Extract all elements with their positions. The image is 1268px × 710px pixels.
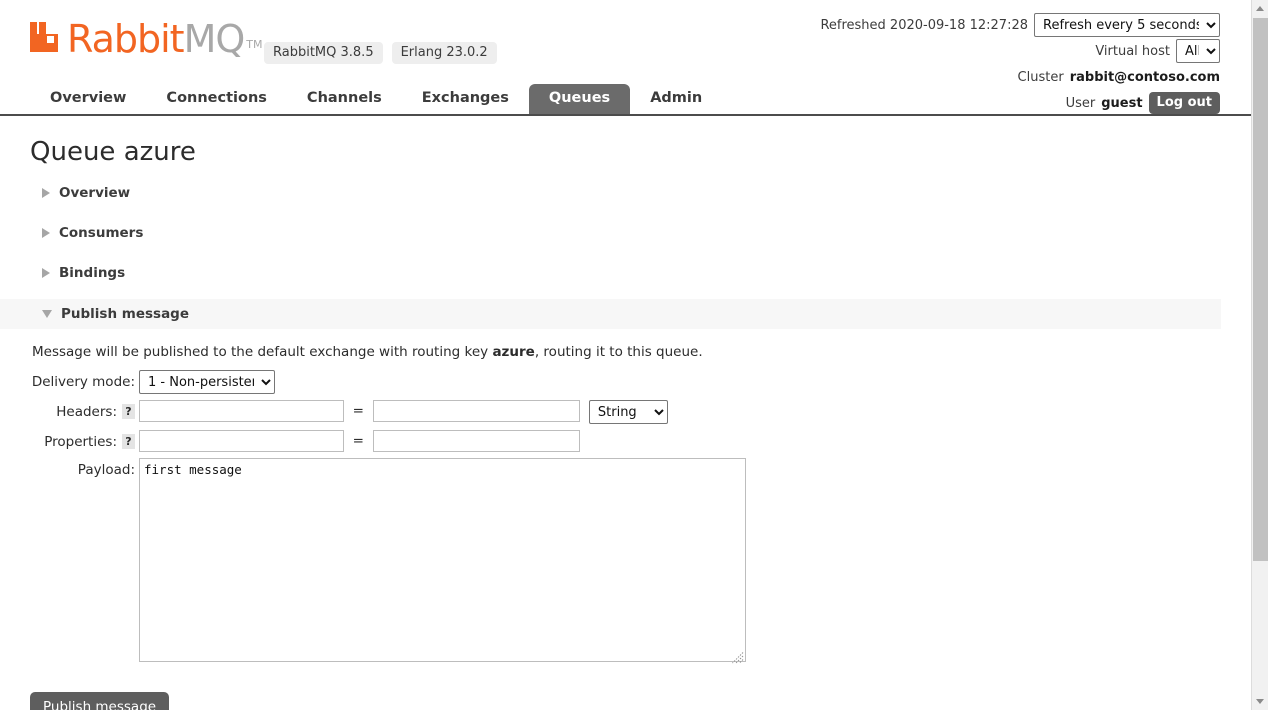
header-right-panel: Refreshed 2020-09-18 12:27:28 Refresh ev…: [820, 12, 1220, 116]
page-viewport: RabbitMQ TM RabbitMQ 3.8.5 Erlang 23.0.2…: [0, 0, 1251, 710]
nav-tab-channels[interactable]: Channels: [287, 84, 402, 114]
section-header-publish-message[interactable]: Publish message: [0, 299, 1221, 329]
properties-field: =: [137, 430, 580, 452]
triangle-right-icon: [42, 228, 50, 238]
headers-equals-sign: =: [348, 400, 368, 422]
refreshed-timestamp: Refreshed 2020-09-18 12:27:28: [820, 18, 1028, 33]
publish-intro-before: Message will be published to the default…: [32, 344, 492, 360]
refresh-interval-select[interactable]: Refresh every 5 seconds: [1034, 13, 1220, 37]
form-row-properties: Properties:? =: [30, 430, 1221, 452]
section-label-overview: Overview: [59, 185, 130, 201]
publish-message-form: Delivery mode: 1 - Non-persistent Header…: [30, 370, 1221, 666]
headers-label-text: Headers:: [56, 404, 117, 420]
logo-trademark: TM: [246, 38, 262, 51]
page-header: RabbitMQ TM RabbitMQ 3.8.5 Erlang 23.0.2…: [0, 0, 1251, 116]
publish-intro-text: Message will be published to the default…: [32, 344, 1221, 360]
cluster-label: Cluster: [1018, 70, 1064, 85]
section-label-bindings: Bindings: [59, 265, 125, 281]
delivery-mode-label: Delivery mode:: [30, 370, 137, 390]
headers-help-icon[interactable]: ?: [122, 404, 135, 419]
nav-tab-overview[interactable]: Overview: [30, 84, 146, 114]
delivery-mode-select[interactable]: 1 - Non-persistent: [139, 370, 275, 394]
scroll-down-arrow-icon[interactable]: [1252, 693, 1268, 710]
user-row: User guest Log out: [820, 90, 1220, 116]
headers-value-input[interactable]: [373, 400, 580, 422]
scroll-up-arrow-icon[interactable]: [1252, 0, 1268, 17]
main-content: Queue azure Overview Consumers Bindings …: [0, 136, 1251, 710]
section-label-consumers: Consumers: [59, 225, 143, 241]
user-label: User: [1066, 96, 1096, 111]
properties-equals-sign: =: [348, 430, 368, 452]
section-header-overview[interactable]: Overview: [30, 178, 1221, 208]
logo-text-mq: MQ: [184, 17, 245, 61]
form-row-payload: Payload:: [30, 458, 1221, 666]
headers-key-input[interactable]: [139, 400, 344, 422]
payload-field: [137, 458, 746, 666]
properties-help-icon[interactable]: ?: [122, 434, 135, 449]
payload-textarea[interactable]: [139, 458, 746, 662]
section-label-publish-message: Publish message: [61, 306, 189, 322]
logout-button[interactable]: Log out: [1149, 92, 1220, 114]
page-title-prefix: Queue: [30, 137, 115, 167]
publish-intro-routing-key: azure: [492, 344, 534, 360]
page-title-queue-name: azure: [124, 137, 196, 167]
nav-tab-exchanges[interactable]: Exchanges: [402, 84, 529, 114]
payload-label: Payload:: [30, 458, 137, 478]
nav-tab-connections[interactable]: Connections: [146, 84, 287, 114]
triangle-right-icon: [42, 188, 50, 198]
scrollbar-thumb[interactable]: [1253, 18, 1268, 561]
badge-rabbitmq-version: RabbitMQ 3.8.5: [264, 42, 383, 64]
triangle-right-icon: [42, 268, 50, 278]
delivery-mode-field: 1 - Non-persistent: [137, 370, 275, 394]
cluster-row: Cluster rabbit@contoso.com: [820, 64, 1220, 90]
logo-wordmark: RabbitMQ: [67, 22, 244, 56]
vhost-row: Virtual host All: [820, 38, 1220, 64]
headers-field: = String: [137, 400, 668, 424]
properties-label: Properties:?: [30, 430, 137, 450]
nav-tab-queues[interactable]: Queues: [529, 84, 630, 114]
form-row-headers: Headers:? = String: [30, 400, 1221, 424]
form-row-delivery-mode: Delivery mode: 1 - Non-persistent: [30, 370, 1221, 394]
vhost-select[interactable]: All: [1176, 39, 1220, 63]
cluster-name: rabbit@contoso.com: [1070, 70, 1220, 85]
publish-message-button[interactable]: Publish message: [30, 692, 169, 710]
page-title: Queue azure: [30, 136, 1221, 168]
rabbitmq-management-page: RabbitMQ TM RabbitMQ 3.8.5 Erlang 23.0.2…: [0, 0, 1268, 710]
properties-label-text: Properties:: [44, 434, 117, 450]
vhost-label: Virtual host: [1095, 44, 1170, 59]
main-nav: Overview Connections Channels Exchanges …: [30, 84, 722, 114]
headers-type-select[interactable]: String: [589, 400, 668, 424]
publish-intro-after: , routing it to this queue.: [535, 344, 703, 360]
section-header-consumers[interactable]: Consumers: [30, 218, 1221, 248]
badge-erlang-version: Erlang 23.0.2: [392, 42, 497, 64]
user-name: guest: [1101, 96, 1142, 111]
rabbitmq-logo[interactable]: RabbitMQ TM: [30, 22, 262, 56]
headers-label: Headers:?: [30, 400, 137, 420]
payload-textarea-wrap: [139, 458, 746, 666]
section-header-bindings[interactable]: Bindings: [30, 258, 1221, 288]
nav-tab-admin[interactable]: Admin: [630, 84, 722, 114]
properties-key-input[interactable]: [139, 430, 344, 452]
version-badges: RabbitMQ 3.8.5 Erlang 23.0.2: [264, 42, 497, 64]
refresh-row: Refreshed 2020-09-18 12:27:28 Refresh ev…: [820, 12, 1220, 38]
properties-value-input[interactable]: [373, 430, 580, 452]
rabbitmq-logo-icon: [30, 22, 64, 52]
page-scrollbar[interactable]: [1251, 0, 1268, 710]
logo-text-rabbit: Rabbit: [67, 17, 184, 61]
triangle-down-icon: [42, 310, 52, 318]
